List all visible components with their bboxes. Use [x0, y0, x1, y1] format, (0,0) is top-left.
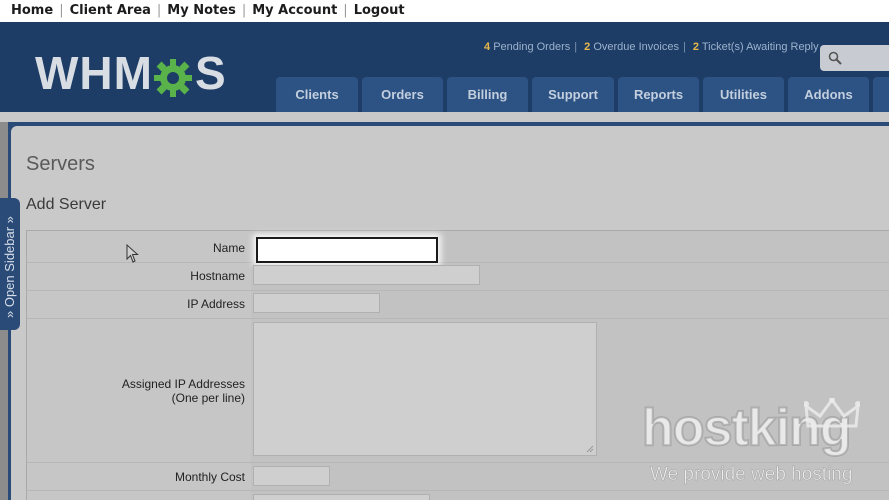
logout-link[interactable]: Logout	[354, 3, 405, 18]
tab-orders[interactable]: Orders	[362, 77, 443, 112]
pending-orders-count: 4	[484, 41, 491, 53]
crown-icon	[803, 397, 861, 433]
section-title: Add Server	[26, 196, 107, 213]
next-field[interactable]	[253, 494, 430, 500]
assigned-ip-hint: (One per line)	[171, 391, 245, 405]
open-sidebar-label: » Open Sidebar »	[2, 216, 17, 318]
my-notes-link[interactable]: My Notes	[167, 3, 236, 18]
tab-utilities[interactable]: Utilities	[703, 77, 784, 112]
search-input[interactable]	[820, 45, 889, 71]
home-link[interactable]: Home	[11, 3, 53, 18]
row-divider	[27, 490, 889, 491]
hostname-field[interactable]	[253, 265, 480, 285]
page-title: Servers	[26, 153, 95, 175]
logo-text-left: WHM	[35, 47, 153, 99]
tickets-awaiting-link[interactable]: Ticket(s) Awaiting Reply	[702, 41, 819, 53]
hostname-label: Hostname	[190, 269, 245, 283]
logo-text-right: S	[194, 47, 227, 99]
hostking-watermark: hostking We provide web hosting	[641, 397, 861, 485]
tab-overflow[interactable]	[873, 77, 889, 112]
ip-address-label: IP Address	[187, 297, 245, 311]
separator: |	[156, 3, 162, 18]
separator: |	[343, 3, 348, 18]
top-link-bar: Home | Client Area | My Notes | My Accou…	[0, 0, 889, 22]
client-area-link[interactable]: Client Area	[70, 3, 151, 18]
overdue-invoices-link[interactable]: Overdue Invoices	[593, 41, 679, 53]
row-divider	[27, 462, 889, 463]
pending-orders-link[interactable]: Pending Orders	[493, 41, 570, 53]
watermark-tagline: We provide web hosting	[650, 464, 853, 486]
name-label: Name	[212, 241, 245, 255]
row-divider	[27, 262, 889, 263]
row-divider	[27, 290, 889, 291]
admin-header: WHM S 4 Pending Orders | 2 Overdue Invoi…	[0, 22, 889, 112]
resize-handle-icon[interactable]	[586, 445, 594, 453]
main-nav: Clients Orders Billing Support Reports U…	[276, 77, 889, 112]
whmcs-logo[interactable]: WHM S	[35, 46, 227, 100]
overdue-invoices-count: 2	[584, 41, 591, 53]
separator: |	[574, 41, 578, 53]
separator: |	[59, 3, 64, 18]
assigned-ips-textarea[interactable]	[253, 322, 597, 456]
admin-stats: 4 Pending Orders | 2 Overdue Invoices | 2 …	[484, 41, 819, 53]
tab-reports[interactable]: Reports	[618, 77, 699, 112]
separator: |	[241, 3, 247, 18]
monthly-cost-label: Monthly Cost	[174, 470, 245, 484]
tickets-awaiting-count: 2	[692, 41, 699, 53]
tab-billing[interactable]: Billing	[447, 77, 528, 112]
search-icon	[828, 50, 842, 69]
mouse-cursor-icon	[126, 243, 140, 268]
tab-clients[interactable]: Clients	[276, 77, 358, 112]
content-top-strip	[0, 112, 889, 122]
separator: |	[682, 41, 686, 53]
row-divider	[27, 318, 889, 319]
ip-address-field[interactable]	[253, 293, 380, 313]
open-sidebar-tab[interactable]: » Open Sidebar »	[0, 198, 20, 330]
name-field[interactable]	[256, 237, 438, 263]
gear-icon	[153, 54, 192, 97]
tab-addons[interactable]: Addons	[788, 77, 869, 112]
my-account-link[interactable]: My Account	[252, 3, 337, 18]
tab-support[interactable]: Support	[532, 77, 614, 112]
monthly-cost-field[interactable]	[253, 466, 330, 486]
assigned-ip-label: Assigned IP Addresses	[121, 377, 245, 391]
